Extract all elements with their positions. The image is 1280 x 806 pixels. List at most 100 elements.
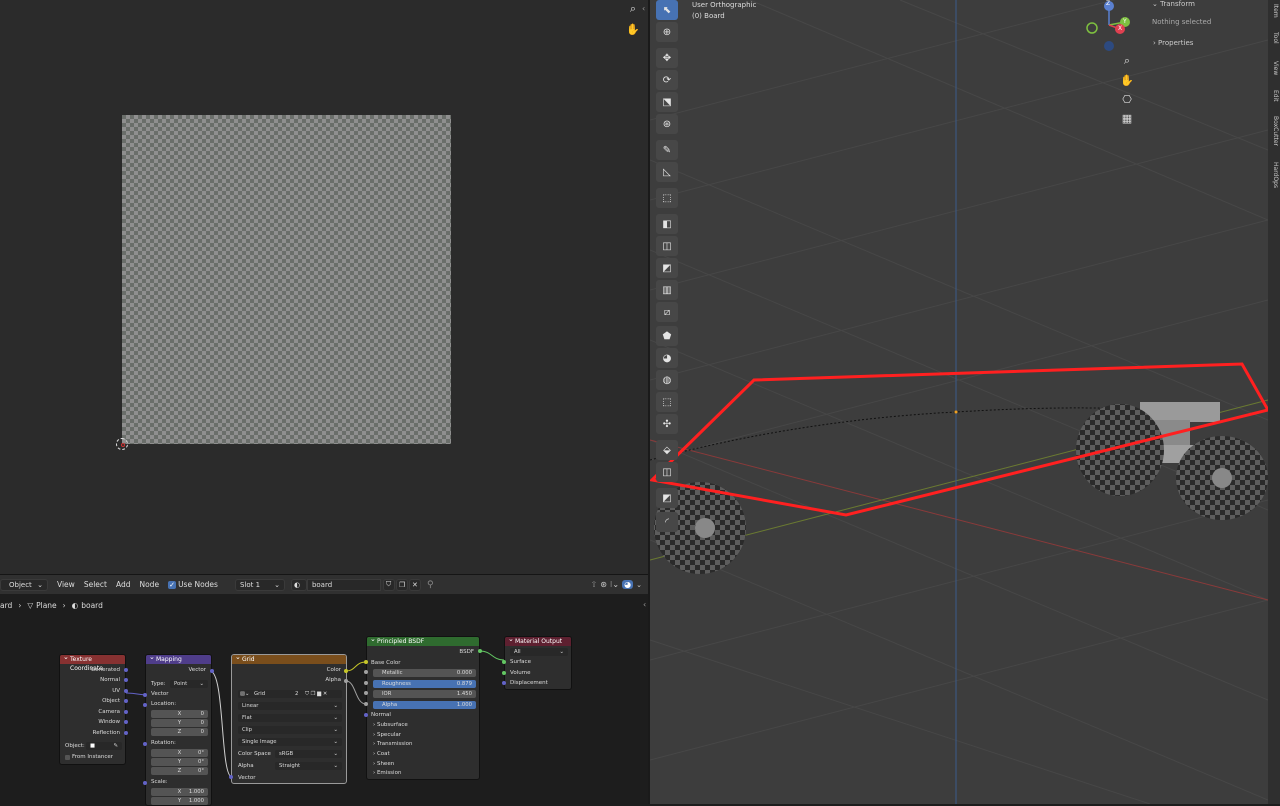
colorspace-dropdown[interactable]: sRGB ⌄ <box>275 750 342 758</box>
pan-hand-icon[interactable]: ✋ <box>1118 71 1136 89</box>
tab-edit[interactable]: Edit <box>1269 86 1279 106</box>
socket-generated[interactable] <box>124 668 128 672</box>
boxcutter-tool[interactable]: ◩ <box>656 488 678 508</box>
slot-dropdown[interactable]: Slot 1 ⌄ <box>234 578 285 591</box>
socket-normal-in[interactable] <box>364 713 368 717</box>
parent-node-tree-icon[interactable]: ⇧ <box>590 580 597 589</box>
socket-mapping-vector-in[interactable] <box>143 693 147 697</box>
poly-build-tool[interactable]: ⬟ <box>656 326 678 346</box>
socket-grid-vector-in[interactable] <box>229 775 233 779</box>
duplicate-icon[interactable]: ❐ <box>395 578 408 591</box>
chevron-down-icon[interactable]: ⌄ <box>636 581 642 589</box>
menu-add[interactable]: Add <box>116 580 131 589</box>
location-z-field[interactable]: Z0 <box>151 728 208 736</box>
sidebar-arrow-icon[interactable]: ‹ <box>643 600 646 609</box>
alpha-field[interactable]: Alpha 1.000 <box>373 701 476 709</box>
snap-options-icon[interactable]: ⁝⌄ <box>610 580 619 589</box>
pin-icon[interactable]: ⚲ <box>427 580 434 590</box>
material-name-field[interactable]: board <box>306 578 381 591</box>
properties-panel[interactable]: › Properties <box>1153 39 1193 47</box>
navigation-gizmo[interactable] <box>1084 0 1134 54</box>
socket-roughness[interactable] <box>364 681 368 685</box>
socket-reflection[interactable] <box>124 731 128 735</box>
socket-volume[interactable] <box>502 671 506 675</box>
zoom-icon[interactable]: ⌕ <box>1118 52 1136 70</box>
perspective-grid-icon[interactable]: ▦ <box>1118 109 1136 127</box>
interpolation-dropdown[interactable]: Linear ⌄ <box>238 702 342 710</box>
fake-user-icon[interactable]: ⛉ <box>382 578 395 591</box>
material-browse-button[interactable]: ◐ <box>290 578 307 591</box>
extension-dropdown[interactable]: Clip ⌄ <box>238 726 342 734</box>
measure-tool[interactable]: ◺ <box>656 162 678 182</box>
node-title[interactable]: Principled BSDF <box>367 637 479 646</box>
panel-subsurface[interactable]: › Subsurface <box>373 722 408 728</box>
rotate-tool[interactable]: ⟳ <box>656 70 678 90</box>
node-title[interactable]: Mapping <box>146 655 211 664</box>
socket-surface[interactable] <box>502 660 506 664</box>
tab-item[interactable]: Item <box>1269 2 1279 20</box>
socket-mapping-out[interactable] <box>210 669 214 673</box>
rotation-x-field[interactable]: X 0° <box>151 749 208 757</box>
checkbox-checked-icon[interactable]: ✓ <box>168 580 177 589</box>
smooth-tool[interactable]: ◍ <box>656 370 678 390</box>
metallic-field[interactable]: Metallic 0.000 <box>373 669 476 677</box>
panel-transmission[interactable]: › Transmission <box>373 741 412 747</box>
knife-tool[interactable]: ⧄ <box>656 302 678 322</box>
tab-hardops[interactable]: HardOps <box>1269 158 1279 192</box>
scale-tool[interactable]: ⬔ <box>656 92 678 112</box>
target-dropdown[interactable]: All ⌄ <box>510 648 568 656</box>
socket-mapping-scale[interactable] <box>143 781 147 785</box>
alpha-mode-dropdown[interactable]: Straight ⌄ <box>275 762 342 770</box>
socket-base-color[interactable] <box>364 660 368 664</box>
node-title[interactable]: Texture Coordinate <box>60 655 125 672</box>
socket-mapping-rotation[interactable] <box>143 742 147 746</box>
panel-specular[interactable]: › Specular <box>373 732 401 738</box>
node-grid-image[interactable]: Grid Color Alpha ▧⌄ Grid 2 ⛉ ❐ ▆ ✕ Linea… <box>231 654 347 784</box>
2d-cursor-icon[interactable] <box>116 438 128 450</box>
node-mapping[interactable]: Mapping Vector Type: Point⌄ Vector Locat… <box>145 654 212 806</box>
cursor-tool[interactable]: ⊕ <box>656 22 678 42</box>
snap-icon[interactable]: ⊛ <box>600 580 607 589</box>
location-x-field[interactable]: X0 <box>151 710 208 718</box>
select-box-tool[interactable]: ⬉ <box>656 0 678 20</box>
socket-uv[interactable] <box>124 689 128 693</box>
object-picker-field[interactable]: ■ ✎ <box>86 742 122 750</box>
move-tool[interactable]: ✥ <box>656 48 678 68</box>
image-datablock-field[interactable]: ▧⌄ Grid 2 ⛉ ❐ ▆ ✕ <box>238 690 342 698</box>
sidebar-arrow-icon[interactable]: ‹ <box>642 4 645 13</box>
transform-tool[interactable]: ⊛ <box>656 114 678 134</box>
add-cube-tool[interactable]: ⬚ <box>656 188 678 208</box>
panel-coat[interactable]: › Coat <box>373 751 390 757</box>
shear-tool[interactable]: ⬙ <box>656 440 678 460</box>
use-nodes-toggle[interactable]: ✓ Use Nodes <box>168 580 218 589</box>
unlink-icon[interactable]: ✕ <box>408 578 421 591</box>
spin-tool[interactable]: ◕ <box>656 348 678 368</box>
socket-window[interactable] <box>124 720 128 724</box>
location-y-field[interactable]: Y0 <box>151 719 208 727</box>
socket-grid-alpha[interactable] <box>344 679 348 683</box>
node-principled-bsdf[interactable]: Principled BSDF BSDF Base Color Metallic… <box>366 636 480 780</box>
overlay-icon[interactable]: ◕ <box>622 580 634 589</box>
bevel-tool[interactable]: ◩ <box>656 258 678 278</box>
rip-tool[interactable]: ◫ <box>656 462 678 482</box>
socket-object[interactable] <box>124 699 128 703</box>
socket-normal[interactable] <box>124 678 128 682</box>
pan-hand-icon[interactable]: ✋ <box>624 20 642 38</box>
node-editor-canvas[interactable]: Texture Coordinate Generated Normal UV O… <box>0 615 648 806</box>
source-dropdown[interactable]: Single Image ⌄ <box>238 738 342 746</box>
roughness-field[interactable]: Roughness 0.879 <box>373 680 476 688</box>
edge-slide-tool[interactable]: ⬚ <box>656 392 678 412</box>
socket-bsdf-out[interactable] <box>478 649 482 653</box>
panel-emission[interactable]: › Emission <box>373 770 401 776</box>
socket-grid-color[interactable] <box>344 669 348 673</box>
menu-view[interactable]: View <box>57 580 75 589</box>
annotate-tool[interactable]: ✎ <box>656 140 678 160</box>
projection-dropdown[interactable]: Flat ⌄ <box>238 714 342 722</box>
socket-metallic[interactable] <box>364 670 368 674</box>
camera-icon[interactable]: ⎔ <box>1118 90 1136 108</box>
menu-select[interactable]: Select <box>84 580 107 589</box>
socket-ior[interactable] <box>364 691 368 695</box>
scale-x-field[interactable]: X 1.000 <box>151 788 208 796</box>
from-instancer-checkbox[interactable]: From Instancer <box>65 754 113 760</box>
hardops-tool[interactable]: ◜ <box>656 512 678 532</box>
